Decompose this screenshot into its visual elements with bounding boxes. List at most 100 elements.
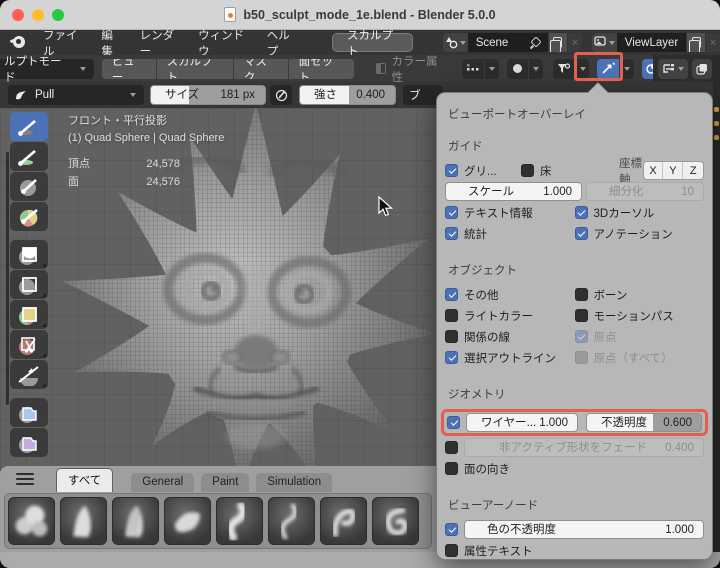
brush-size-slider[interactable]: サイズ 181 px [150,85,266,105]
minimize-window-button[interactable] [32,9,44,21]
tool-box-face-set[interactable] [10,300,48,329]
annotations-row[interactable]: アノテーション [574,226,705,242]
falloff-button[interactable] [462,58,484,79]
3d-cursor-row[interactable]: 3Dカーソル [574,205,705,221]
menu-face-sets[interactable]: 面セット [288,58,354,79]
face-orientation-checkbox[interactable] [445,462,458,475]
snake-hook-brush-thumbnail[interactable] [216,497,263,545]
brush-strength-slider[interactable]: 強さ 0.400 [299,85,396,105]
bones-checkbox[interactable] [574,288,588,301]
origins-checkbox [574,330,588,343]
pin-icon[interactable] [530,38,540,48]
zoom-window-button[interactable] [52,9,64,21]
axis-y-toggle[interactable]: Y [663,162,684,179]
grid-checkbox[interactable] [445,164,458,177]
outliner-header [653,55,713,82]
face-orientation-row[interactable]: 面の向き [445,459,704,478]
text-info-checkbox[interactable] [445,206,458,219]
floor-checkbox[interactable] [521,164,534,177]
outline-selected-row[interactable]: 選択アウトライン [445,350,575,366]
motion-paths-row[interactable]: モーションパス [574,308,705,324]
text-info-row[interactable]: テキスト情報 [445,205,575,221]
extras-row[interactable]: その他 [445,287,575,303]
tool-clay-strips-brush[interactable] [10,202,48,231]
viewlayer-copy-button[interactable] [687,33,705,52]
smear-ridge-brush-thumbnail[interactable] [60,497,107,545]
shelf-tab-all[interactable]: すべて [56,468,114,492]
toolbar-scrollbar[interactable] [6,152,9,405]
outliner-display-mode-button[interactable] [658,58,688,79]
tool-color-filter[interactable] [10,428,48,457]
tool-box-trim[interactable] [10,330,48,359]
3d-cursor-checkbox[interactable] [574,206,588,219]
window-title: b50_sculpt_mode_1e.blend - Blender 5.0.0 [243,7,496,22]
axis-x-toggle[interactable]: X [643,162,664,179]
color-opacity-slider[interactable]: 色の不透明度 1.000 [464,520,704,539]
blender-logo-icon[interactable] [9,36,25,49]
bones-row[interactable]: ボーン [574,287,705,303]
scene-copy-button[interactable] [548,33,567,52]
falloff-dropdown[interactable] [484,58,499,79]
attribute-text-row[interactable]: 属性テキスト [445,541,704,560]
interaction-mode-dropdown[interactable]: ルプトモード [0,56,94,84]
menu-view[interactable]: ビュー [101,58,156,79]
outliner-object-icon [714,135,719,140]
shelf-tab-simulation[interactable]: Simulation [256,473,333,492]
grid-checkbox-row[interactable]: グリ... [445,163,521,179]
scene-browse-button[interactable] [442,33,468,52]
shelf-tab-paint[interactable]: Paint [201,473,250,492]
texture-dropdown[interactable] [529,58,543,79]
gizmo-dropdown[interactable] [575,58,590,79]
blob-brush-thumbnail[interactable] [8,497,55,545]
asset-shelf-menu-icon[interactable] [16,473,34,485]
clay-strips-brush-thumbnail[interactable] [112,497,159,545]
light-colors-row[interactable]: ライトカラー [445,308,575,324]
annotations-checkbox[interactable] [574,227,588,240]
viewlayer-browse-button[interactable] [592,33,617,52]
gizmos-toggle-button[interactable] [597,58,620,79]
relationship-lines-row[interactable]: 関係の線 [445,329,575,345]
tool-line-project[interactable] [10,360,48,389]
geometry-heading: ジオメトリ [448,389,506,401]
scene-name-field[interactable]: Scene [467,33,548,52]
floor-checkbox-row[interactable]: 床 [521,163,583,179]
statistics-row[interactable]: 統計 [445,226,575,242]
fade-inactive-checkbox[interactable] [445,441,458,454]
statistics-checkbox[interactable] [445,227,458,240]
grid-scale-slider[interactable]: スケール 1.000 [445,182,582,201]
motion-paths-checkbox[interactable] [574,309,588,322]
light-colors-checkbox[interactable] [445,309,458,322]
close-window-button[interactable] [12,9,24,21]
outline-selected-checkbox[interactable] [445,351,458,364]
axis-z-toggle[interactable]: Z [683,162,703,179]
wireframe-opacity-slider[interactable]: 不透明度 0.600 [586,413,702,432]
tool-clay-brush[interactable] [10,172,48,201]
extras-checkbox[interactable] [445,288,458,301]
crease-brush-thumbnail[interactable] [164,497,211,545]
tool-draw-brush[interactable] [10,112,48,141]
tool-draw-sharp-brush[interactable] [10,142,48,171]
swirl-brush-thumbnail[interactable] [372,497,419,545]
gizmos-dropdown[interactable] [620,58,634,79]
hook-brush-thumbnail[interactable] [320,497,367,545]
menu-mask[interactable]: マスク [233,58,288,79]
attribute-text-checkbox[interactable] [445,544,458,557]
curve-stroke-brush-thumbnail[interactable] [268,497,315,545]
tool-mesh-filter[interactable] [10,398,48,427]
wireframe-threshold-slider[interactable]: ワイヤー... 1.000 [466,413,578,432]
shelf-tab-general[interactable]: General [131,473,195,492]
show-gizmo-button[interactable] [552,58,575,79]
viewlayer-name-field[interactable]: ViewLayer [616,33,687,52]
tool-box-hide[interactable] [10,270,48,299]
texture-button[interactable] [506,58,529,79]
relationship-lines-checkbox[interactable] [445,330,458,343]
brush-selector[interactable]: Pull [8,85,144,105]
color-opacity-checkbox[interactable] [445,523,458,536]
size-pressure-button[interactable] [270,85,292,105]
mode-selector-button[interactable]: スカルプト [332,30,413,58]
tool-box-mask[interactable] [10,240,48,269]
menu-sculpt[interactable]: スカルプト [156,58,233,79]
outliner-filter-button[interactable] [692,58,712,79]
outliner-icon [663,63,674,73]
wireframe-checkbox[interactable] [447,416,460,429]
